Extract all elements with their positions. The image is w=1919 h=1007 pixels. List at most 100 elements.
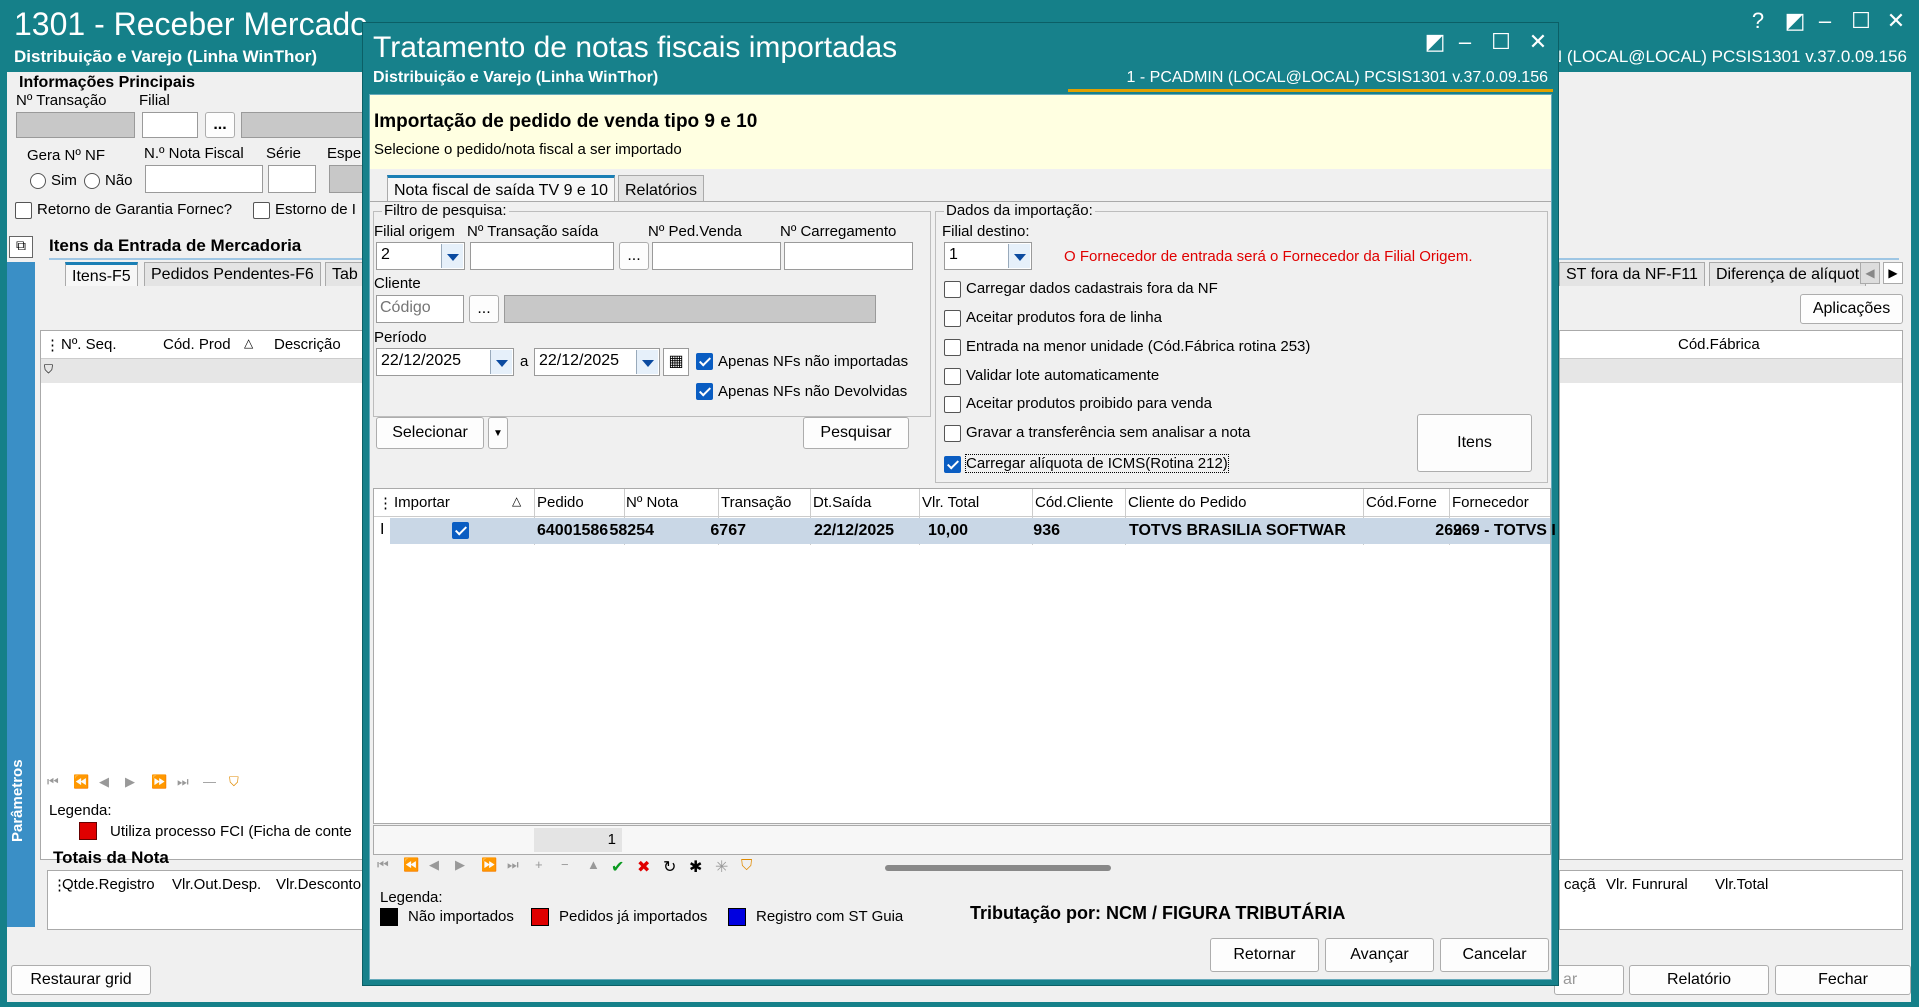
col-vlr-total[interactable]: Vlr. Total: [922, 494, 979, 511]
col-cod-forne[interactable]: Cód.Forne: [1366, 494, 1437, 511]
retornar-button[interactable]: Retornar: [1210, 938, 1319, 972]
pedidos-grid[interactable]: ⋮ Importar △ Pedido Nº Nota Transação Dt…: [373, 488, 1556, 824]
calendar-dropdown-icon[interactable]: [636, 350, 658, 374]
apenas-nao-importadas-checkbox[interactable]: [696, 353, 713, 370]
horizontal-scrollbar[interactable]: [885, 865, 1111, 871]
nav-edit-icon[interactable]: ▲: [587, 857, 600, 872]
col-cacao[interactable]: caçã: [1564, 876, 1596, 893]
import-option-checkbox[interactable]: [944, 339, 961, 356]
nav-prev-icon[interactable]: ◀: [429, 857, 439, 873]
import-option-checkbox[interactable]: [944, 396, 961, 413]
cancelar-button[interactable]: Cancelar: [1440, 938, 1549, 972]
cliente-search-button[interactable]: ...: [469, 295, 499, 323]
serie-field[interactable]: [268, 165, 316, 193]
col-cod-fabrica[interactable]: Cód.Fábrica: [1678, 336, 1760, 353]
tabs-scroll-right-icon[interactable]: ▶: [1883, 262, 1903, 284]
expand-panel-icon[interactable]: ⧉: [9, 236, 33, 258]
nav-prev-icon[interactable]: ◀: [99, 774, 109, 790]
parametros-sidebar[interactable]: Parâmetros: [7, 262, 35, 927]
gera-nf-nao-radio[interactable]: [84, 173, 100, 189]
nav-refresh-icon[interactable]: ↻: [663, 857, 676, 877]
help-icon[interactable]: ?: [1743, 8, 1773, 34]
totals-grid-right[interactable]: caçã Vlr. Funrural Vlr.Total: [1559, 870, 1903, 930]
dialog-maximize-icon[interactable]: ☐: [1486, 29, 1516, 55]
restore-layout-icon[interactable]: ◩: [1780, 8, 1810, 34]
estorno-checkbox[interactable]: [253, 202, 270, 219]
filter-row-right[interactable]: [1560, 359, 1902, 383]
nav-first-icon[interactable]: ⏮: [377, 857, 389, 873]
import-option-checkbox[interactable]: [944, 368, 961, 385]
minimize-icon[interactable]: –: [1810, 8, 1840, 34]
chevron-down-icon[interactable]: [441, 244, 463, 268]
nav-prev-page-icon[interactable]: ⏪: [73, 774, 89, 790]
filial-origem-select[interactable]: 2: [376, 242, 465, 270]
nav-delete-icon[interactable]: −: [561, 857, 569, 872]
tab-relatorios[interactable]: Relatórios: [618, 175, 705, 202]
col-cliente-pedido[interactable]: Cliente do Pedido: [1128, 494, 1246, 511]
ped-venda-field[interactable]: [652, 242, 781, 270]
col-nota[interactable]: Nº Nota: [626, 494, 678, 511]
restaurar-grid-button[interactable]: Restaurar grid: [11, 965, 151, 995]
calendar-dropdown-icon[interactable]: [490, 350, 512, 374]
filial-destino-select[interactable]: 1: [944, 242, 1032, 270]
col-cod-cliente[interactable]: Cód.Cliente: [1035, 494, 1113, 511]
pesquisar-button[interactable]: Pesquisar: [803, 417, 909, 449]
col-transacao[interactable]: Transação: [721, 494, 791, 511]
calendar-icon[interactable]: ▦: [663, 348, 689, 376]
dialog-minimize-icon[interactable]: –: [1450, 29, 1480, 55]
import-option-checkbox[interactable]: [944, 310, 961, 327]
column-chooser-icon[interactable]: ⋮: [45, 336, 60, 354]
filial-search-button[interactable]: ...: [205, 112, 235, 138]
cliente-code-input[interactable]: [377, 296, 461, 320]
nav-next-page-icon[interactable]: ⏩: [481, 857, 497, 873]
data-fim-picker[interactable]: 22/12/2025: [534, 348, 660, 376]
row-importar-checkbox[interactable]: [452, 522, 469, 539]
avancar-button[interactable]: Avançar: [1325, 938, 1434, 972]
items-grid-right[interactable]: Cód.Fábrica: [1559, 330, 1903, 860]
retorno-garantia-checkbox[interactable]: [15, 202, 32, 219]
col-seq[interactable]: Nº. Seq.: [61, 336, 117, 353]
nav-insert-icon[interactable]: +: [535, 857, 543, 872]
col-cod-prod[interactable]: Cód. Prod: [163, 336, 231, 353]
nav-goto-bookmark-icon[interactable]: ✳: [715, 857, 728, 877]
nav-first-icon[interactable]: ⏮: [47, 774, 59, 790]
import-option-checkbox[interactable]: [944, 425, 961, 442]
tab-st-fora-nf[interactable]: ST fora da NF-F11: [1559, 262, 1705, 286]
nav-next-page-icon[interactable]: ⏩: [151, 774, 167, 790]
dialog-restore-layout-icon[interactable]: ◩: [1420, 29, 1450, 55]
col-vlr-desconto[interactable]: Vlr.Desconto: [276, 876, 361, 893]
close-icon[interactable]: ✕: [1881, 8, 1911, 34]
nav-post-icon[interactable]: ✔: [611, 857, 624, 877]
totals-grid[interactable]: ⋮ Qtde.Registro Vlr.Out.Desp. Vlr.Descon…: [47, 870, 377, 930]
gera-nf-sim-radio[interactable]: [30, 173, 46, 189]
nav-delete-icon[interactable]: —: [203, 774, 216, 789]
tabs-scroll-left-icon[interactable]: ◀: [1860, 262, 1880, 284]
aplicacoes-button[interactable]: Aplicações: [1800, 294, 1903, 324]
nav-filter-icon[interactable]: ⛉: [229, 774, 239, 790]
tab-tab[interactable]: Tab: [325, 262, 365, 286]
nav-last-icon[interactable]: ⏭: [507, 857, 519, 873]
col-dt-saida[interactable]: Dt.Saída: [813, 494, 871, 511]
itens-button[interactable]: Itens: [1417, 414, 1532, 472]
selecionar-button[interactable]: Selecionar: [376, 417, 484, 449]
partial-button[interactable]: ar: [1554, 965, 1624, 995]
filter-row[interactable]: ⛉: [41, 359, 369, 383]
import-option-checkbox[interactable]: [944, 281, 961, 298]
tab-itens[interactable]: Itens-F5: [65, 262, 138, 286]
nav-cancel-icon[interactable]: ✖: [637, 857, 650, 877]
grid-column-chooser-icon[interactable]: ⋮: [378, 494, 393, 512]
tab-nota-fiscal-saida[interactable]: Nota fiscal de saída TV 9 e 10: [387, 175, 616, 202]
chevron-down-icon[interactable]: [1008, 244, 1030, 268]
col-qtde-registro[interactable]: Qtde.Registro: [62, 876, 155, 893]
filter-icon[interactable]: ⛉: [44, 362, 53, 377]
nav-prev-page-icon[interactable]: ⏪: [403, 857, 419, 873]
col-vlr-out-desp[interactable]: Vlr.Out.Desp.: [172, 876, 261, 893]
tab-pedidos-pendentes[interactable]: Pedidos Pendentes-F6: [144, 262, 321, 286]
transacao-search-button[interactable]: ...: [619, 242, 649, 270]
col-importar[interactable]: Importar: [394, 494, 450, 511]
dialog-close-icon[interactable]: ✕: [1523, 29, 1553, 55]
col-vlr-funrural[interactable]: Vlr. Funrural: [1606, 876, 1688, 893]
table-row[interactable]: 64001586 58254 6767 22/12/2025 10,00 936…: [390, 518, 1556, 544]
filial-field[interactable]: [142, 112, 198, 138]
fechar-button[interactable]: Fechar: [1775, 965, 1911, 995]
